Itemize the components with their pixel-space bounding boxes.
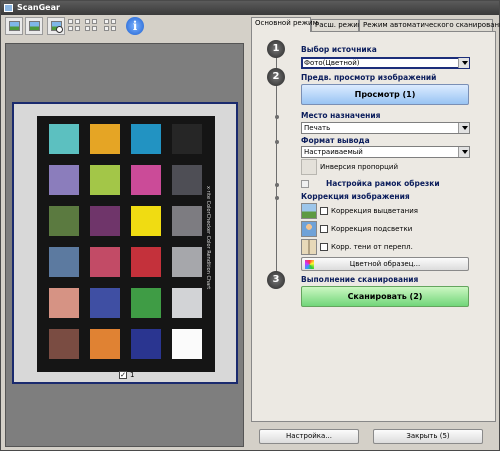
tab-auto-scan-mode[interactable]: Режим автоматического сканирования xyxy=(359,19,500,31)
remove-crop-grid-button[interactable] xyxy=(104,19,118,33)
thumbnail-view-button[interactable] xyxy=(5,17,23,35)
color-patch xyxy=(172,124,202,154)
image-correction-title: Коррекция изображения xyxy=(301,192,410,201)
picture-icon xyxy=(9,21,20,31)
color-patch xyxy=(90,288,120,318)
scan-button[interactable]: Сканировать (2) xyxy=(301,286,469,307)
color-patch xyxy=(131,165,161,195)
crop-frame-grid-button[interactable] xyxy=(68,19,82,33)
color-pattern-label: Цветной образец... xyxy=(349,260,421,268)
destination-select-value: Печать xyxy=(304,124,331,132)
title-bar: ScanGear xyxy=(1,1,499,15)
backlight-correction-row[interactable]: Коррекция подсветки xyxy=(301,221,412,237)
step-3-badge: 3 xyxy=(267,271,285,289)
preview-images-title: Предв. просмотр изображений xyxy=(301,73,437,82)
preview-area[interactable]: x·rite ColorChecker Color Rendition Char… xyxy=(5,43,244,447)
backlight-correction-label: Коррекция подсветки xyxy=(331,225,413,233)
color-patch xyxy=(90,329,120,359)
color-patch xyxy=(90,165,120,195)
color-patch xyxy=(90,206,120,236)
color-patch xyxy=(131,124,161,154)
multi-crop-grid-button[interactable] xyxy=(85,19,99,33)
magnifier-icon xyxy=(56,26,63,33)
crop-frame-row[interactable]: Настройка рамок обрезки xyxy=(301,179,440,188)
step-dot xyxy=(275,196,279,200)
color-patch xyxy=(172,165,202,195)
color-patch xyxy=(49,329,79,359)
gutter-shadow-icon xyxy=(301,239,317,255)
step-dot xyxy=(275,115,279,119)
color-patch xyxy=(131,206,161,236)
fading-correction-checkbox[interactable] xyxy=(320,207,328,215)
window-title: ScanGear xyxy=(17,3,60,12)
color-patch xyxy=(90,247,120,277)
output-size-select-value: Настраиваемый xyxy=(304,148,363,156)
scangear-window: ScanGear i x·rite ColorChecker Color Ren… xyxy=(0,0,500,451)
dropdown-arrow-icon xyxy=(458,147,469,157)
gutter-shadow-row[interactable]: Корр. тени от перепл. xyxy=(301,239,413,255)
color-patch xyxy=(49,124,79,154)
color-pattern-button[interactable]: Цветной образец... xyxy=(301,257,469,271)
color-patch xyxy=(49,165,79,195)
info-icon[interactable]: i xyxy=(126,17,144,35)
fading-correction-label: Коррекция выцветания xyxy=(331,207,418,215)
fading-correction-row[interactable]: Коррекция выцветания xyxy=(301,203,418,219)
tab-advanced-mode[interactable]: Расш. режим xyxy=(311,19,363,31)
step-dot xyxy=(275,140,279,144)
step-1-badge: 1 xyxy=(267,40,285,58)
invert-aspect-label: Инверсия пропорций xyxy=(320,163,398,171)
frame-number: 1 xyxy=(130,371,135,379)
zoom-button[interactable] xyxy=(47,17,65,35)
preview-image-frame[interactable]: x·rite ColorChecker Color Rendition Char… xyxy=(12,102,238,384)
app-icon xyxy=(4,4,13,12)
color-patch xyxy=(90,124,120,154)
color-patch xyxy=(172,329,202,359)
color-patch xyxy=(49,206,79,236)
tab-basic-mode[interactable]: Основной режим xyxy=(251,17,318,32)
preview-button[interactable]: Просмотр (1) xyxy=(301,84,469,105)
dropdown-arrow-icon xyxy=(458,123,469,133)
frame-checkbox[interactable]: ✓ xyxy=(119,371,127,379)
color-patch xyxy=(172,206,202,236)
output-size-select[interactable]: Настраиваемый xyxy=(301,146,470,158)
color-patch xyxy=(49,288,79,318)
backlight-correction-checkbox[interactable] xyxy=(320,225,328,233)
color-patch xyxy=(131,288,161,318)
gutter-shadow-checkbox[interactable] xyxy=(320,243,328,251)
gutter-shadow-label: Корр. тени от перепл. xyxy=(331,243,413,251)
invert-aspect-row[interactable]: Инверсия пропорций xyxy=(301,159,398,175)
color-patch xyxy=(172,247,202,277)
picture-icon xyxy=(29,21,40,31)
destination-select[interactable]: Печать xyxy=(301,122,470,134)
rotate-view-button[interactable] xyxy=(25,17,43,35)
close-button[interactable]: Закрыть (5) xyxy=(373,429,483,444)
step-dot xyxy=(275,183,279,187)
color-patch xyxy=(172,288,202,318)
basic-mode-panel: 1 Выбор источника Фото(Цветной) 2 Предв.… xyxy=(251,31,496,422)
frame-checkbox-row[interactable]: ✓ 1 xyxy=(119,371,134,379)
preferences-button[interactable]: Настройка... xyxy=(259,429,359,444)
preview-toolbar: i xyxy=(5,17,245,39)
source-select-value: Фото(Цветной) xyxy=(304,59,360,67)
perform-scan-title: Выполнение сканирования xyxy=(301,275,419,284)
fading-correction-icon xyxy=(301,203,317,219)
backlight-correction-icon xyxy=(301,221,317,237)
output-size-title: Формат вывода xyxy=(301,136,370,145)
source-select[interactable]: Фото(Цветной) xyxy=(301,57,470,69)
color-pattern-icon xyxy=(305,260,314,269)
step-2-badge: 2 xyxy=(267,68,285,86)
crop-frame-title: Настройка рамок обрезки xyxy=(326,179,440,188)
color-patch xyxy=(131,247,161,277)
invert-aspect-icon[interactable] xyxy=(301,159,317,175)
destination-title: Место назначения xyxy=(301,111,381,120)
color-patch xyxy=(131,329,161,359)
select-source-title: Выбор источника xyxy=(301,45,377,54)
checker-label: x·rite ColorChecker Color Rendition Char… xyxy=(205,186,211,290)
crop-frame-checkbox[interactable] xyxy=(301,179,309,188)
color-checker-image: x·rite ColorChecker Color Rendition Char… xyxy=(37,116,215,372)
color-patch xyxy=(49,247,79,277)
dropdown-arrow-icon xyxy=(458,58,469,68)
